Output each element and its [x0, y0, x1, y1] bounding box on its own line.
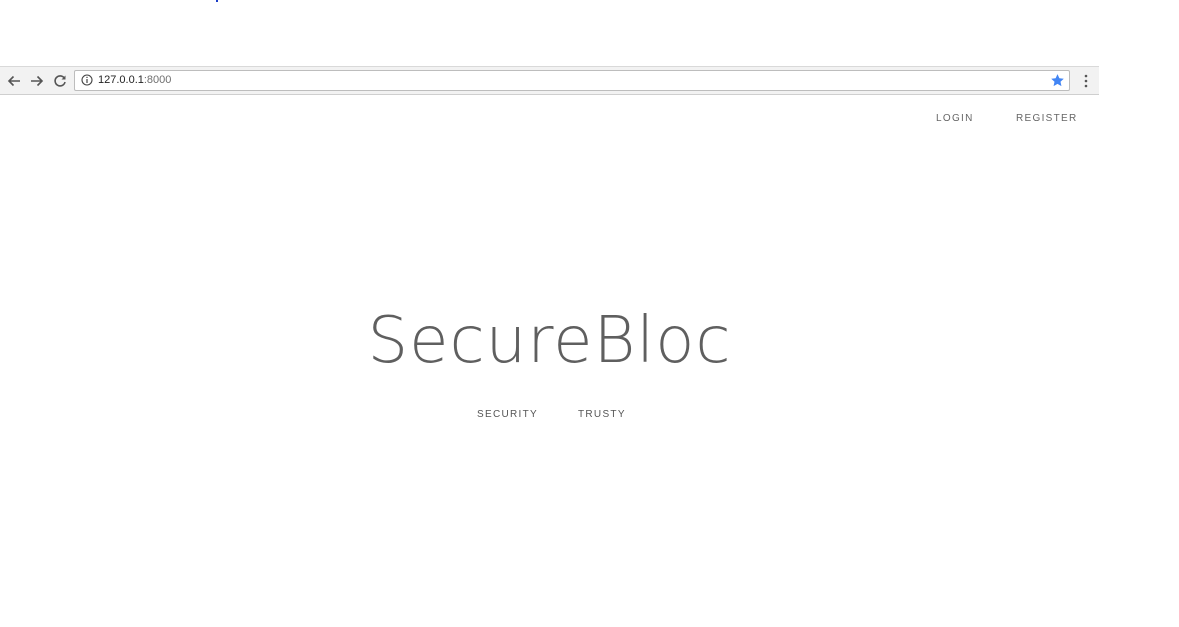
more-vertical-icon[interactable] [1079, 72, 1093, 90]
brand-title: SecureBloc [367, 304, 732, 378]
url-text[interactable]: 127.0.0.1:8000 [98, 74, 171, 87]
trusty-link[interactable]: TRUSTY [578, 409, 626, 420]
arrow-left-icon [7, 75, 20, 87]
register-link[interactable]: REGISTER [1016, 113, 1078, 124]
star-icon[interactable] [1050, 73, 1065, 88]
browser-toolbar: 127.0.0.1:8000 [0, 66, 1099, 95]
url-host: 127.0.0.1 [98, 74, 144, 86]
security-link[interactable]: SECURITY [477, 409, 538, 420]
address-bar[interactable]: 127.0.0.1:8000 [74, 70, 1070, 91]
url-port: :8000 [143, 74, 172, 86]
arrow-right-icon [31, 75, 44, 87]
reload-icon [54, 75, 66, 87]
reload-button[interactable] [51, 72, 69, 90]
info-icon[interactable] [81, 74, 93, 86]
back-button[interactable] [5, 72, 23, 90]
forward-button[interactable] [28, 72, 46, 90]
stray-dot [216, 0, 218, 2]
page: 127.0.0.1:8000 LOGIN REGISTER SecureBloc… [0, 0, 1179, 627]
login-link[interactable]: LOGIN [936, 113, 974, 124]
